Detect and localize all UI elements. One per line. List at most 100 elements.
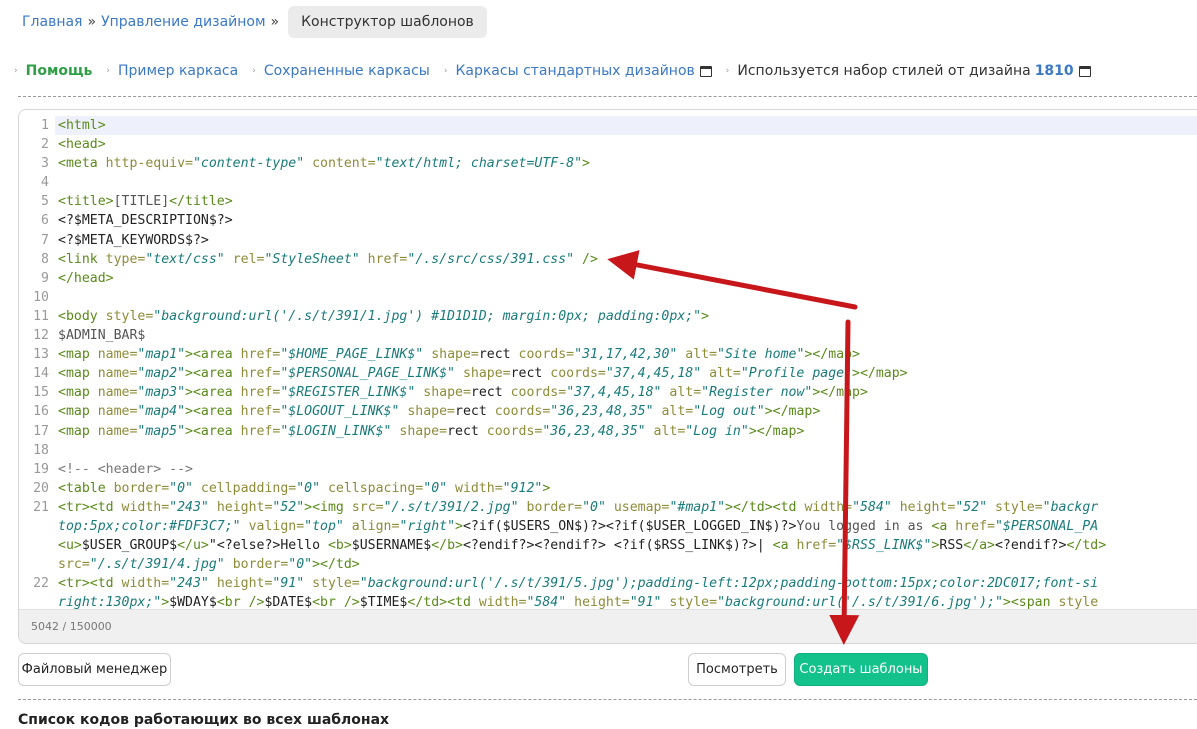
code-line[interactable]: 15 <map name="map3"><area href="$REGISTER… [19, 383, 1197, 402]
help-link[interactable]: Помощь [26, 63, 93, 79]
line-code[interactable]: </head> [55, 269, 1197, 288]
code-token: <body [58, 308, 106, 324]
line-number: 9 [41, 270, 49, 286]
line-code[interactable]: <map name="map1"><area href="$HOME_PAGE_… [55, 345, 1197, 364]
code-token: height= [208, 499, 273, 515]
code-line[interactable]: 21 <tr><td width="243" height="52"><img s… [19, 498, 1197, 517]
file-manager-button[interactable]: Файловый менеджер [18, 653, 171, 686]
new-window-icon[interactable] [699, 65, 712, 77]
code-line[interactable]: 5 <title>[TITLE]</title> [19, 192, 1197, 211]
code-line[interactable]: 14 <map name="map2"><area href="$PERSONAL… [19, 364, 1197, 383]
code-token: <map [58, 366, 98, 382]
saved-frames-link[interactable]: Сохраненные каркасы [264, 63, 430, 79]
line-code[interactable]: <body style="background:url('/.s/t/391/1… [55, 307, 1197, 326]
code-token: RSS [939, 538, 964, 554]
new-window-icon[interactable] [1078, 65, 1091, 77]
code-line[interactable]: 13 <map name="map1"><area href="$HOME_PAG… [19, 345, 1197, 364]
line-code[interactable] [55, 288, 1197, 307]
sample-frame-link[interactable]: Пример каркаса [118, 63, 238, 79]
code-token: alt= [701, 366, 741, 382]
code-token: ></map> [804, 347, 860, 363]
code-token: style= [105, 308, 154, 324]
line-code[interactable]: <meta http-equiv="content-type" content=… [55, 154, 1197, 173]
code-line[interactable]: 18 [19, 441, 1197, 460]
code-line[interactable]: 12 $ADMIN_BAR$ [19, 326, 1197, 345]
code-line[interactable]: 9 </head> [19, 269, 1197, 288]
line-code[interactable]: <map name="map3"><area href="$REGISTER_L… [55, 383, 1197, 402]
code-token: <table [58, 480, 114, 496]
line-code[interactable]: <?$META_DESCRIPTION$?> [55, 211, 1197, 230]
breadcrumb-home-link[interactable]: Главная [22, 14, 82, 30]
code-line[interactable]: 22 <tr><td width="243" height="91" style=… [19, 574, 1197, 593]
code-token: <map [58, 385, 98, 401]
line-number [19, 536, 55, 555]
line-code[interactable] [55, 441, 1197, 460]
line-code[interactable]: <title>[TITLE]</title> [55, 192, 1197, 211]
line-code[interactable]: src="/.s/t/391/4.jpg" border="0"></td> [55, 555, 1197, 574]
code-line[interactable]: 1 <html> [19, 116, 1197, 136]
code-line[interactable]: 7 <?$META_KEYWORDS$?> [19, 231, 1197, 250]
code-line[interactable]: 8 <link type="text/css" rel="StyleSheet" … [19, 250, 1197, 269]
code-line[interactable]: 6 <?$META_DESCRIPTION$?> [19, 211, 1197, 230]
code-line[interactable]: 10 [19, 288, 1197, 307]
code-token: </b> [431, 538, 463, 554]
standard-frames-link[interactable]: Каркасы стандартных дизайнов [455, 63, 694, 79]
code-line[interactable]: 11 <body style="background:url('/.s/t/391… [19, 307, 1197, 326]
line-code[interactable]: <map name="map2"><area href="$PERSONAL_P… [55, 364, 1197, 383]
create-templates-button[interactable]: Создать шаблоны [794, 653, 928, 686]
code-token: href= [359, 251, 408, 267]
code-line[interactable]: 3 <meta http-equiv="content-type" content… [19, 154, 1197, 173]
code-token: width= [447, 480, 503, 496]
design-id-link[interactable]: 1810 [1035, 63, 1074, 79]
code-token: <u> [58, 538, 82, 554]
code-token: "36,23,48,35" [550, 404, 654, 420]
line-code[interactable]: <tr><td width="243" height="91" style="b… [55, 574, 1197, 593]
style-set-text: Используется набор стилей от дизайна [737, 63, 1031, 79]
line-code[interactable]: <html> [55, 116, 1197, 136]
line-code[interactable]: <link type="text/css" rel="StyleSheet" h… [55, 250, 1197, 269]
code-token: src= [351, 499, 384, 515]
line-code[interactable]: <tr><td width="243" height="52"><img src… [55, 498, 1197, 517]
code-token: align= [343, 518, 400, 534]
code-token: rel= [224, 251, 265, 267]
code-token: href= [240, 423, 281, 439]
line-code[interactable]: <head> [55, 135, 1197, 154]
line-code[interactable]: right:130px;">$WDAY$<br />$DATE$<br />$T… [55, 593, 1197, 610]
nav-item-style-set: › Используется набор стилей от дизайна 1… [726, 63, 1091, 79]
code-area[interactable]: 1 <html> 2 <head> 3 <meta http-equiv="content… [19, 110, 1197, 610]
line-code[interactable]: top:5px;color:#FDF3C7;" valign="top" ali… [55, 517, 1197, 536]
code-token: "/.s/t/391/4.jpg" [89, 557, 225, 573]
code-line[interactable]: right:130px;">$WDAY$<br />$DATE$<br />$T… [19, 593, 1197, 610]
breadcrumb-separator: » [87, 13, 97, 30]
code-token: usemap= [605, 499, 670, 515]
code-token: "$PERSONAL_PAGE_LINK$" [280, 366, 455, 382]
code-line[interactable]: 16 <map name="map4"><area href="$LOGOUT_L… [19, 402, 1197, 421]
code-line[interactable]: 17 <map name="map5"><area href="$LOGIN_LI… [19, 422, 1197, 441]
line-code[interactable]: <map name="map5"><area href="$LOGIN_LINK… [55, 422, 1197, 441]
code-line[interactable]: 2 <head> [19, 135, 1197, 154]
line-number: 5 [41, 194, 49, 210]
code-token: "text/css" [145, 251, 225, 267]
preview-button[interactable]: Посмотреть [688, 653, 786, 686]
code-token: ></td><td [725, 499, 805, 515]
line-number: 17 [33, 423, 49, 439]
breadcrumb-design-link[interactable]: Управление дизайном [101, 14, 265, 30]
code-line[interactable]: 20 <table border="0" cellpadding="0" cell… [19, 479, 1197, 498]
code-line[interactable]: top:5px;color:#FDF3C7;" valign="top" ali… [19, 517, 1197, 536]
line-code[interactable]: $ADMIN_BAR$ [55, 326, 1197, 345]
code-token: <a [772, 538, 797, 554]
code-line[interactable]: src="/.s/t/391/4.jpg" border="0"></td> [19, 555, 1197, 574]
line-number: 7 [41, 232, 49, 248]
line-code[interactable]: <map name="map4"><area href="$LOGOUT_LIN… [55, 402, 1197, 421]
code-token: name= [97, 366, 138, 382]
code-editor[interactable]: 1 <html> 2 <head> 3 <meta http-equiv="content… [18, 109, 1197, 644]
code-line[interactable]: 19 <!-- <header> --> [19, 460, 1197, 479]
code-token: /> [574, 251, 598, 267]
code-line[interactable]: 4 [19, 173, 1197, 192]
line-code[interactable]: <!-- <header> --> [55, 460, 1197, 479]
line-code[interactable] [55, 173, 1197, 192]
code-line[interactable]: <u>$USER_GROUP$</u>"<?else?>Hello <b>$US… [19, 536, 1197, 555]
line-code[interactable]: <?$META_KEYWORDS$?> [55, 231, 1197, 250]
line-code[interactable]: <table border="0" cellpadding="0" cellsp… [55, 479, 1197, 498]
line-code[interactable]: <u>$USER_GROUP$</u>"<?else?>Hello <b>$US… [55, 536, 1197, 555]
